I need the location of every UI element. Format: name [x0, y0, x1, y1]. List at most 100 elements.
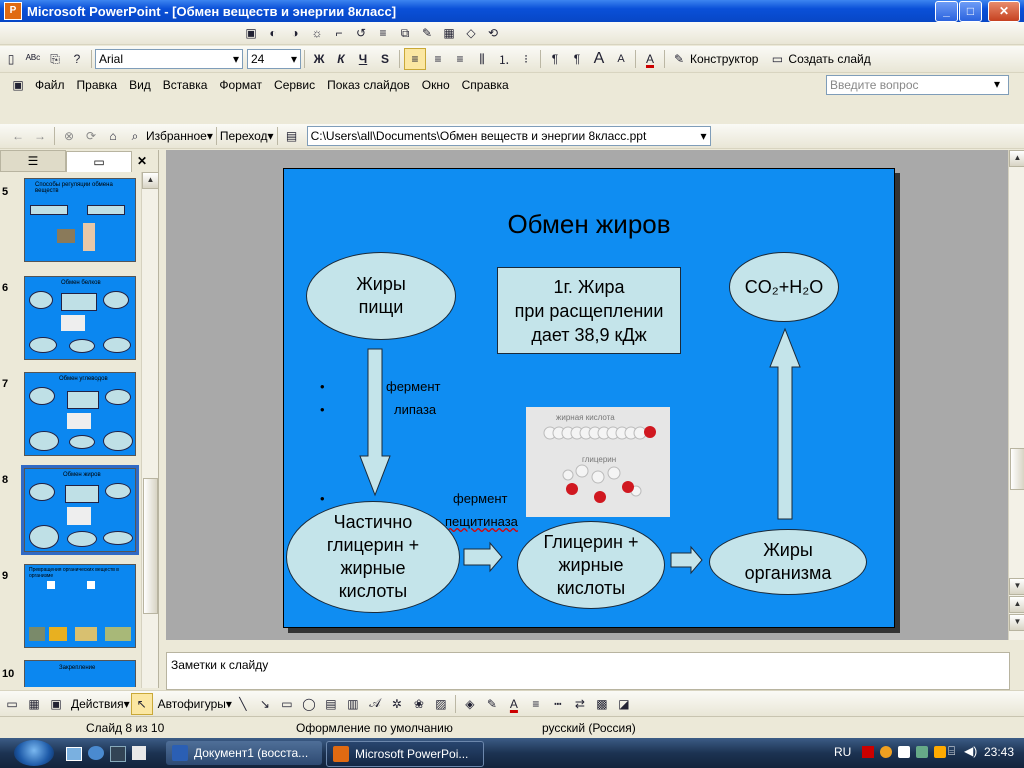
body-fats-ellipse[interactable]: Жиры организма: [709, 529, 867, 595]
previous-slide-icon[interactable]: ▲: [1009, 596, 1024, 613]
recolor-icon[interactable]: ✎: [417, 23, 437, 43]
slide-thumbnail-8[interactable]: Обмен жиров: [21, 465, 139, 555]
clipart-icon[interactable]: ❀: [409, 694, 429, 714]
actions-menu[interactable]: Действия: [71, 697, 124, 711]
ati-icon[interactable]: [862, 746, 874, 758]
notes-pane[interactable]: Заметки к слайду: [166, 652, 1010, 690]
select-pointer-icon[interactable]: ↖: [130, 692, 153, 715]
menu-tools[interactable]: Сервис: [268, 78, 321, 92]
new-icon[interactable]: ▯: [1, 49, 21, 69]
arrow-icon[interactable]: ↘: [255, 694, 275, 714]
address-input[interactable]: C:\Users\all\Documents\Обмен веществ и э…: [306, 126, 711, 146]
italic-button[interactable]: К: [331, 49, 351, 69]
bullets-icon[interactable]: ⁝: [516, 49, 536, 69]
slide-canvas[interactable]: Обмен жиров Жиры пищи 1г. Жира при расще…: [283, 168, 895, 628]
autoshapes-menu[interactable]: Автофигуры: [158, 697, 226, 711]
insert-picture-icon[interactable]: ▣: [241, 23, 261, 43]
molecule-image[interactable]: жирная кислота глицерин: [526, 407, 670, 517]
taskbar-word[interactable]: Документ1 (восста...: [166, 741, 322, 765]
picture-icon[interactable]: ▨: [431, 694, 451, 714]
close-pane-icon[interactable]: ✕: [132, 154, 152, 168]
forward-icon[interactable]: →: [30, 126, 50, 146]
menu-edit[interactable]: Правка: [71, 78, 124, 92]
menu-format[interactable]: Формат: [213, 78, 268, 92]
scroll-down-icon[interactable]: ▼: [1009, 578, 1024, 595]
outline-tab-icon[interactable]: ☰: [0, 150, 66, 172]
start-button[interactable]: [14, 740, 54, 766]
shadow-button[interactable]: S: [375, 49, 395, 69]
scroll-up-icon[interactable]: ▲: [1009, 150, 1024, 167]
thumbnails-scrollbar[interactable]: ▲: [141, 172, 159, 688]
slide-scrollbar[interactable]: ▲ ▼ ▲ ▼: [1008, 150, 1024, 640]
font-color-icon[interactable]: A: [504, 694, 524, 714]
search-icon[interactable]: ⌕: [125, 126, 145, 146]
next-slide-icon[interactable]: ▼: [1009, 614, 1024, 631]
line-icon[interactable]: ╲: [233, 694, 253, 714]
enzyme-label-2[interactable]: фермент: [453, 491, 507, 506]
wordart-icon[interactable]: 𝒜: [365, 694, 385, 714]
numbering-icon[interactable]: ⒈: [494, 49, 514, 69]
lecithinase-label[interactable]: пещитиназа: [445, 514, 518, 529]
line-color-icon[interactable]: ✎: [482, 694, 502, 714]
spelling-icon[interactable]: ᴬᴮᶜ: [23, 49, 43, 69]
menu-file[interactable]: Файл: [29, 78, 71, 92]
oval-icon[interactable]: ◯: [299, 694, 319, 714]
font-name-combo[interactable]: Arial ▾: [95, 49, 243, 69]
slide-thumbnail-5[interactable]: Способы регуляции обмена веществ: [24, 178, 136, 262]
menu-window[interactable]: Окно: [416, 78, 456, 92]
underline-button[interactable]: Ч: [353, 49, 373, 69]
tray-icon[interactable]: [916, 746, 928, 758]
menu-view[interactable]: Вид: [123, 78, 157, 92]
refresh-icon[interactable]: ⟳: [81, 126, 101, 146]
contrast-icon[interactable]: ◑: [285, 23, 305, 43]
font-color-icon[interactable]: A: [640, 49, 660, 69]
rectangle-icon[interactable]: ▭: [277, 694, 297, 714]
designer-button[interactable]: Конструктор: [690, 52, 758, 66]
line-style-icon[interactable]: ≡: [526, 694, 546, 714]
brightness-icon[interactable]: ☼: [307, 23, 327, 43]
format-picture-icon[interactable]: ▦: [439, 23, 459, 43]
go-button[interactable]: Переход: [220, 129, 268, 143]
save-icon[interactable]: [110, 746, 126, 762]
favorites-button[interactable]: Избранное: [146, 129, 207, 143]
slides-tab-icon[interactable]: ▭: [66, 150, 132, 172]
arrow-style-icon[interactable]: ⇄: [570, 694, 590, 714]
back-icon[interactable]: ←: [8, 126, 28, 146]
enzyme-label-1[interactable]: фермент: [386, 379, 440, 394]
font-size-combo[interactable]: 24 ▾: [247, 49, 301, 69]
chevron-down-icon[interactable]: ▾: [994, 77, 1000, 91]
doc-quicklaunch-icon[interactable]: [132, 746, 146, 760]
copy-icon[interactable]: ⎘: [45, 49, 65, 69]
menu-insert[interactable]: Вставка: [157, 78, 214, 92]
taskbar-powerpoint[interactable]: Microsoft PowerPoi...: [326, 741, 484, 767]
help-icon[interactable]: ?: [67, 49, 87, 69]
rotate-icon[interactable]: ↺: [351, 23, 371, 43]
increase-font-icon[interactable]: A: [589, 49, 609, 69]
menu-slideshow[interactable]: Показ слайдов: [321, 78, 416, 92]
maximize-button[interactable]: □: [959, 1, 982, 22]
rtl-icon[interactable]: ¶: [567, 49, 587, 69]
slide-thumbnail-7[interactable]: Обмен углеводов: [24, 372, 136, 456]
show-web-toolbar-icon[interactable]: ▤: [282, 126, 302, 146]
bold-button[interactable]: Ж: [309, 49, 329, 69]
volume-icon[interactable]: ◀): [964, 744, 977, 758]
slide-thumbnail-6[interactable]: Обмен белков: [24, 276, 136, 360]
menu-help[interactable]: Справка: [456, 78, 515, 92]
ie-icon[interactable]: [88, 746, 104, 760]
close-button[interactable]: ✕: [988, 1, 1020, 22]
scroll-thumb[interactable]: [143, 478, 158, 614]
tray-icon[interactable]: [934, 746, 946, 758]
columns-icon[interactable]: ⫼: [472, 49, 492, 69]
home-icon[interactable]: ⌂: [103, 126, 123, 146]
line-style-icon[interactable]: ≡: [373, 23, 393, 43]
normal-view-icon[interactable]: ▭: [2, 694, 22, 714]
ltr-icon[interactable]: ¶: [545, 49, 565, 69]
ask-question-input[interactable]: Введите вопрос: [826, 75, 1009, 95]
tray-icon[interactable]: [880, 746, 892, 758]
show-desktop-icon[interactable]: [66, 747, 82, 761]
minimize-button[interactable]: _: [935, 1, 958, 22]
dash-style-icon[interactable]: ┅: [548, 694, 568, 714]
slideshow-view-icon[interactable]: ▣: [46, 694, 66, 714]
partial-breakdown-ellipse[interactable]: Частично глицерин + жирные кислоты: [286, 501, 460, 613]
vertical-textbox-icon[interactable]: ▥: [343, 694, 363, 714]
